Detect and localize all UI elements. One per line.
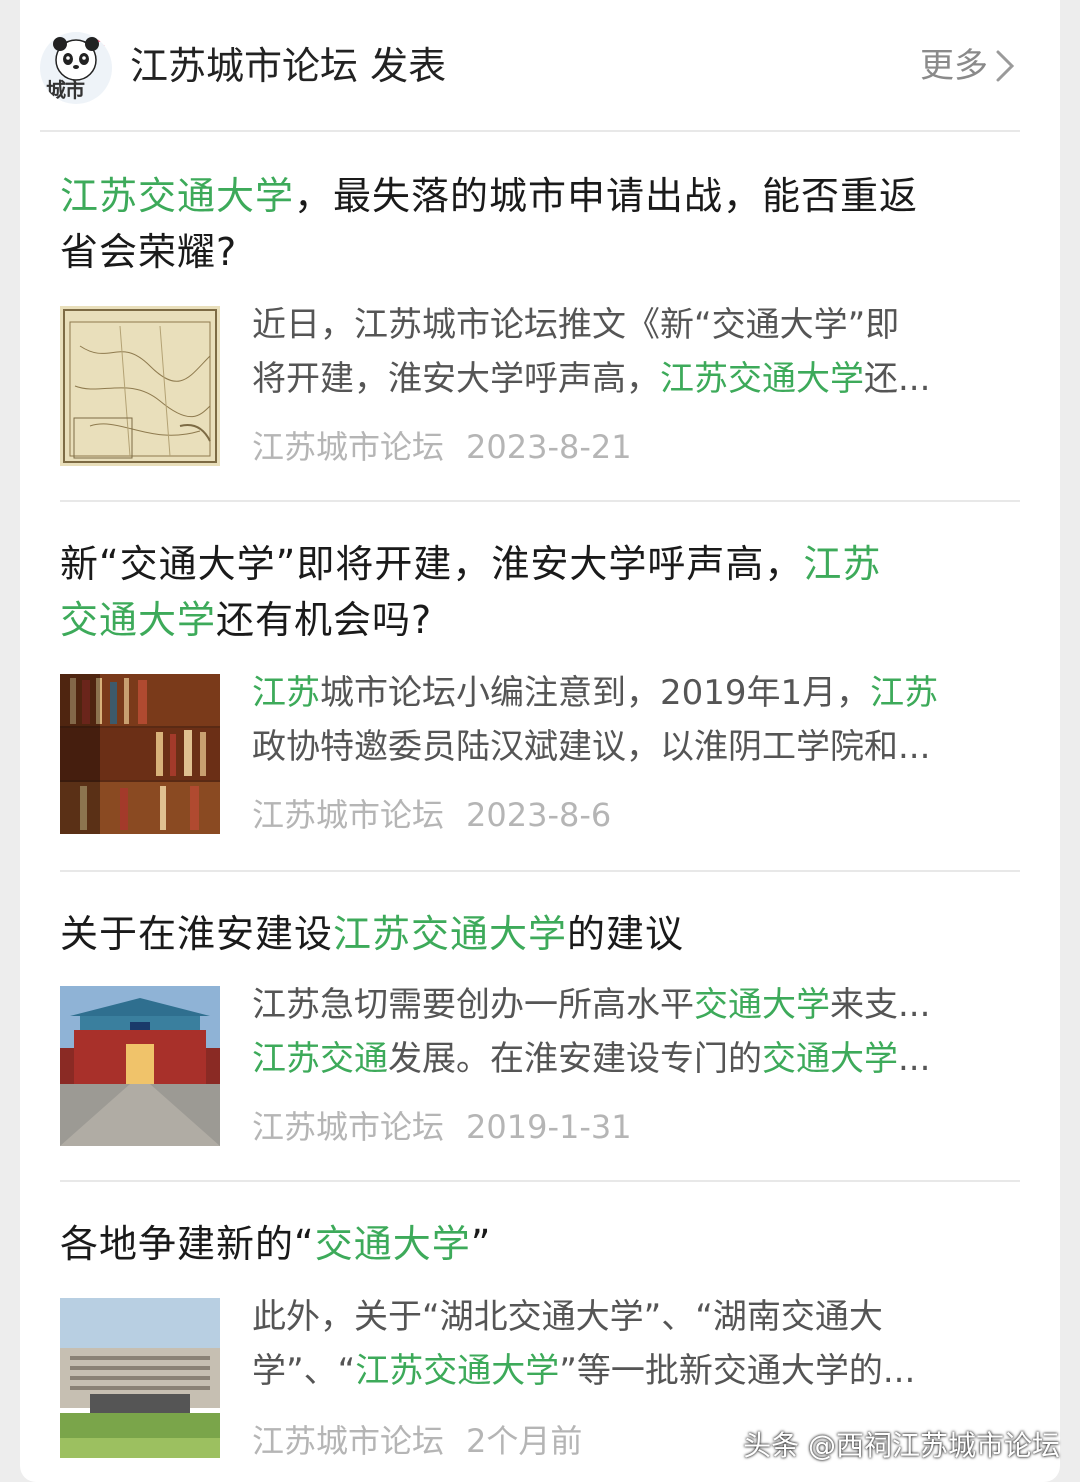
article-title[interactable]: 新“交通大学”即将开建，淮安大学呼声高，江苏交通大学还有机会吗? [60, 536, 1030, 648]
article-summary: 近日，江苏城市论坛推文《新“交通大学”即 将开建，淮安大学呼声高，江苏交通大学还.… [252, 298, 1022, 406]
article-item[interactable]: 江苏交通大学，最失落的城市申请出战，能否重返 省会荣耀? 近日，江苏城市论坛推文《… [60, 160, 1020, 480]
account-name[interactable]: 江苏城市论坛 发表 [130, 42, 446, 90]
title-highlight: 江苏交通大学 [60, 174, 295, 218]
summary-text: 政协特邀委员陆汉斌建议，以淮阴工学院和... [252, 727, 931, 767]
article-source: 江苏城市论坛 [252, 428, 445, 466]
watermark: 头条 @西祠江苏城市论坛 [743, 1429, 1060, 1462]
article-source: 江苏城市论坛 [252, 1108, 445, 1146]
account-header[interactable]: 城市 江苏城市论坛 发表 更多 [40, 0, 1020, 132]
summary-text: 还... [864, 359, 931, 399]
summary-highlight: 江苏交通大学 [660, 359, 864, 399]
summary-highlight: 江苏 [252, 673, 320, 713]
more-link[interactable]: 更多 [920, 44, 1016, 88]
article-title[interactable]: 江苏交通大学，最失落的城市申请出战，能否重返省会荣耀? [60, 168, 1030, 280]
title-text: 还有机会吗? [216, 598, 433, 642]
summary-highlight: 江苏交通大学 [355, 1351, 560, 1391]
summary-highlight: 江苏 [870, 673, 939, 713]
summary-text: ... [898, 1039, 931, 1079]
gate-thumbnail[interactable] [60, 986, 220, 1146]
divider [60, 1180, 1020, 1182]
summary-text: 将开建，淮安大学呼声高， [252, 359, 660, 399]
article-date: 2个月前 [466, 1422, 583, 1460]
article-meta: 江苏城市论坛 2023-8-6 [252, 790, 611, 836]
summary-text: ”等一批新交通大学的... [559, 1351, 916, 1391]
summary-highlight: 交通大学 [762, 1039, 898, 1079]
title-highlight: 交通大学 [60, 598, 217, 642]
article-item[interactable]: 关于在淮安建设江苏交通大学的建议 江苏急切需要创办一所高水平交通大学来支... 江… [60, 898, 1020, 1178]
title-text: 新“交通大学”即将开建，淮安大学呼声高， [60, 542, 804, 586]
summary-text: 学”、“ [252, 1351, 356, 1391]
map-thumbnail[interactable] [60, 306, 220, 466]
title-highlight: 江苏 [803, 542, 882, 586]
article-item[interactable]: 新“交通大学”即将开建，淮安大学呼声高，江苏 交通大学还有机会吗? 江苏城市论坛小… [60, 528, 1020, 848]
article-summary: 江苏城市论坛小编注意到，2019年1月，江苏政协特邀委员陆汉斌建议，以淮阴工学院… [252, 666, 1022, 774]
title-text: ” [470, 1222, 492, 1266]
article-title[interactable]: 关于在淮安建设江苏交通大学的建议 [60, 906, 1030, 962]
summary-text: 来支... [830, 985, 931, 1025]
title-text: 关于在淮安建设 [60, 912, 334, 956]
title-text: 的建议 [567, 912, 685, 956]
article-source: 江苏城市论坛 [252, 796, 445, 834]
article-summary: 江苏急切需要创办一所高水平交通大学来支... 江苏交通发展。在淮安建设专门的交通大… [252, 978, 1022, 1086]
summary-highlight: 交通大学 [694, 985, 830, 1025]
title-highlight: 交通大学 [314, 1222, 471, 1266]
article-meta: 江苏城市论坛 2023-8-21 [252, 422, 632, 468]
title-text: 省会荣耀? [60, 230, 238, 274]
divider [60, 870, 1020, 872]
summary-text: 近日，江苏城市论坛推文《新“交通大学”即 [252, 305, 900, 345]
summary-text: 城市论坛小编注意到，2019年1月， [320, 673, 871, 713]
article-date: 2019-1-31 [466, 1108, 632, 1146]
summary-text: 此外，关于“湖北交通大学”、“湖南交通大 [252, 1297, 883, 1337]
article-source: 江苏城市论坛 [252, 1422, 445, 1460]
title-text: 各地争建新的“ [60, 1222, 315, 1266]
article-title[interactable]: 各地争建新的“交通大学” [60, 1216, 1030, 1272]
chevron-right-icon [996, 50, 1015, 82]
divider [60, 500, 1020, 502]
title-highlight: 江苏交通大学 [333, 912, 568, 956]
article-summary: 此外，关于“湖北交通大学”、“湖南交通大 学”、“江苏交通大学”等一批新交通大学的… [252, 1290, 1022, 1398]
title-text: ，最失落的城市申请出战，能否重返 [294, 174, 919, 218]
article-date: 2023-8-6 [466, 796, 612, 834]
more-label: 更多 [920, 46, 988, 86]
summary-text: 江苏急切需要创办一所高水平 [252, 985, 694, 1025]
bookshelf-thumbnail[interactable] [60, 674, 220, 834]
summary-text: 发展。在淮安建设专门的 [388, 1039, 762, 1079]
article-meta: 江苏城市论坛 2019-1-31 [252, 1102, 632, 1148]
avatar-text: 城市 [46, 78, 85, 102]
article-meta: 江苏城市论坛 2个月前 [252, 1416, 582, 1462]
campus-thumbnail[interactable] [60, 1298, 220, 1458]
summary-highlight: 江苏交通 [252, 1039, 388, 1079]
article-date: 2023-8-21 [466, 428, 632, 466]
panda-avatar[interactable]: 城市 [40, 32, 112, 104]
